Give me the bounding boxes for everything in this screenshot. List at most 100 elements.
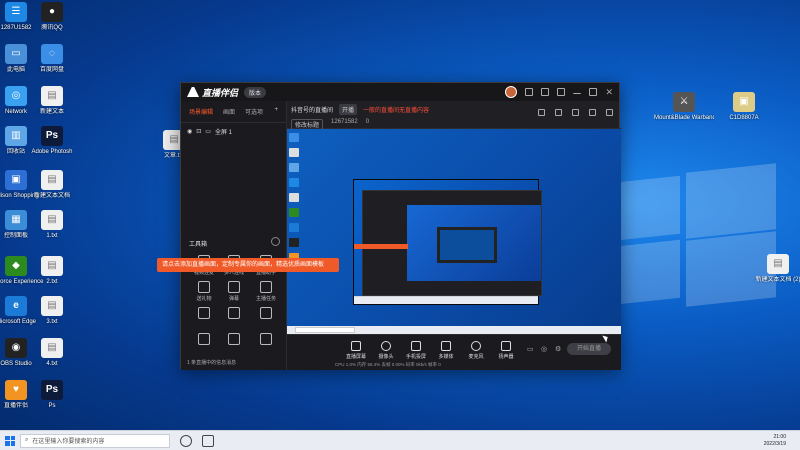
source-controls: 直播屏幕 摄像头 手机投屏 多媒体 麦克风 扬声器 ▭ ◎ ⚙ 开始直播 CPU… [287, 334, 621, 370]
media-button[interactable]: 多媒体 [431, 341, 461, 360]
desktop-icon[interactable]: ▤ 新建文本文档 (2) [748, 254, 800, 284]
link-icon[interactable] [572, 109, 579, 116]
monitor-icon: ▭ [205, 129, 211, 135]
desktop-icon[interactable]: ⚔ Mount&Blade Warband [654, 92, 714, 122]
scene-name: 全屏 1 [214, 130, 232, 136]
tool-icon [260, 333, 272, 345]
record-icon[interactable]: ▭ [527, 345, 534, 353]
phone-mirror-button[interactable]: 手机投屏 [401, 341, 431, 360]
toolbox-label: 工具箱 [189, 242, 208, 248]
microphone-button[interactable]: 麦克风 [461, 341, 491, 360]
desktop-icon[interactable]: ▤ 4.txt [22, 338, 82, 368]
close-icon[interactable]: ✕ [605, 87, 613, 98]
bell-icon[interactable] [589, 109, 596, 116]
windows-taskbar: ⌕ 在这里输入你要搜索的内容 21:00 2022/3/19 [0, 430, 800, 450]
share-icon[interactable] [606, 109, 613, 116]
toolbox-collapse-icon[interactable] [271, 237, 280, 246]
tool-icon [228, 281, 240, 293]
tab-options[interactable]: 可选项 [245, 107, 263, 116]
stream-preview[interactable] [287, 129, 621, 334]
screen-capture-button[interactable]: 直播屏幕 [341, 341, 371, 360]
toolbox-item[interactable] [251, 307, 281, 321]
toolbox-item[interactable] [189, 307, 219, 321]
speaker-button[interactable]: 扬声器 [491, 341, 521, 360]
toolbox-item[interactable]: 主播任务 [251, 281, 281, 302]
start-button[interactable] [0, 431, 20, 450]
nested-preview-window [353, 179, 542, 305]
desktop-icon-glyph: ▣ [733, 92, 755, 112]
tool-icon [260, 307, 272, 319]
toolbox-item[interactable] [189, 333, 219, 347]
desktop-icon-glyph: Ps [41, 380, 63, 400]
desktop-icon[interactable]: ▤ 2.txt [22, 256, 82, 286]
lock-icon[interactable]: ⊡ [196, 128, 201, 135]
clock-time: 21:00 [773, 433, 786, 440]
desktop-icon-glyph: Ps [41, 126, 63, 146]
message-icon[interactable] [525, 88, 534, 96]
desktop-icon-glyph: ◌ [41, 44, 63, 64]
toolbox-item[interactable] [219, 307, 249, 321]
app-title: 直播伴侣 [202, 87, 239, 98]
tool-icon [198, 281, 210, 293]
search-placeholder: 在这里输入你要搜索的内容 [32, 439, 105, 445]
performance-stats: CPU 1.0% 内存 55.4% 丢帧 0.00% 码率 0kb/s 帧率 0 [335, 362, 441, 367]
toolbox-item[interactable]: 弹幕 [219, 281, 249, 302]
desktop-icon[interactable]: ● 腾讯QQ [22, 2, 82, 32]
camera-button[interactable]: 摄像头 [371, 341, 401, 360]
tab-scene[interactable]: 场景编辑 [189, 107, 213, 116]
minimize-icon[interactable] [573, 90, 582, 94]
toolbox-item[interactable] [219, 333, 249, 347]
tool-icon [228, 307, 240, 319]
taskbar-search[interactable]: ⌕ 在这里输入你要搜索的内容 [20, 433, 170, 448]
maximize-icon[interactable] [589, 88, 598, 96]
left-tabs: 场景编辑 画面 可选项 + [181, 101, 286, 123]
room-warning: 一般的直播间无直播内容 [363, 108, 430, 114]
tab-screen[interactable]: 画面 [223, 107, 235, 116]
task-view-icon[interactable] [202, 434, 214, 447]
desktop-icon-label: 4.txt [46, 361, 58, 367]
desktop-icon[interactable]: ▤ 新建文本 [22, 86, 82, 116]
windows-icon [5, 435, 15, 446]
eye-preview-icon[interactable]: ◎ [541, 345, 547, 353]
desktop-icon[interactable]: ▤ 新建文本文档 [22, 170, 82, 200]
desktop-icon-glyph: ▤ [41, 170, 63, 190]
room-tag: 开播 [339, 104, 358, 115]
eye-icon[interactable]: ◉ [187, 128, 192, 135]
room-title: 抖音号的直播间 [291, 108, 334, 114]
desktop-icon-label: 百度网盘 [39, 67, 64, 73]
grid-icon[interactable] [555, 109, 562, 116]
cortana-icon[interactable] [180, 434, 192, 447]
hint-tooltip[interactable]: 请点击添加直播画面，定制专属你的画面，精选优质画面模板 [157, 258, 339, 272]
desktop-icon[interactable]: ◌ 百度网盘 [22, 44, 82, 74]
scene-item[interactable]: ◉ ⊡ ▭ 全屏 1 [181, 123, 286, 140]
room-info-bar: 抖音号的直播间 开播 一般的直播间无直播内容 修改标题 12671582 0 [287, 101, 621, 130]
menu-icon[interactable] [557, 88, 566, 96]
clock-date: 2022/3/19 [763, 440, 786, 447]
live-companion-window: 直播伴侣 版本 ✕ 场景编辑 画面 可选项 + ◉ ⊡ ▭ 全屏 1 工具箱 视… [180, 82, 621, 370]
desktop-icon[interactable]: ▤ 3.txt [22, 296, 82, 326]
desktop-icon[interactable]: ▤ 1.txt [22, 210, 82, 240]
toolbox-item[interactable] [251, 333, 281, 347]
right-pane: 抖音号的直播间 开播 一般的直播间无直播内容 修改标题 12671582 0 直… [287, 101, 621, 370]
desktop-icon[interactable]: Ps Ps [22, 380, 82, 410]
system-clock[interactable]: 21:00 2022/3/19 [764, 434, 800, 448]
desktop-icon-label: 新建文本文档 [33, 193, 70, 199]
desktop-icon-glyph: ▤ [767, 254, 789, 274]
desktop-icon-glyph: ● [41, 2, 63, 22]
desktop-icon-label: 腾讯QQ [41, 25, 63, 31]
toolbox-item[interactable]: 送礼物 [189, 281, 219, 302]
desktop-icon[interactable]: ▣ C1D8807A [714, 92, 774, 122]
version-badge[interactable]: 版本 [244, 86, 267, 98]
add-scene-button[interactable]: + [274, 107, 278, 116]
settings-icon[interactable] [541, 88, 550, 96]
tool-label: 弹幕 [228, 296, 239, 302]
tool-icon [260, 281, 272, 293]
toolbox-title: 工具箱 [189, 237, 280, 248]
desktop-icon-glyph: ▤ [41, 210, 63, 230]
gift-icon[interactable] [538, 109, 545, 116]
user-avatar[interactable] [505, 86, 518, 98]
gear-icon[interactable]: ⚙ [555, 345, 561, 353]
desktop-icon[interactable]: Ps Adobe Photosh [22, 126, 82, 156]
tool-icon [228, 333, 240, 345]
start-live-button[interactable]: 开始直播 [567, 343, 611, 355]
